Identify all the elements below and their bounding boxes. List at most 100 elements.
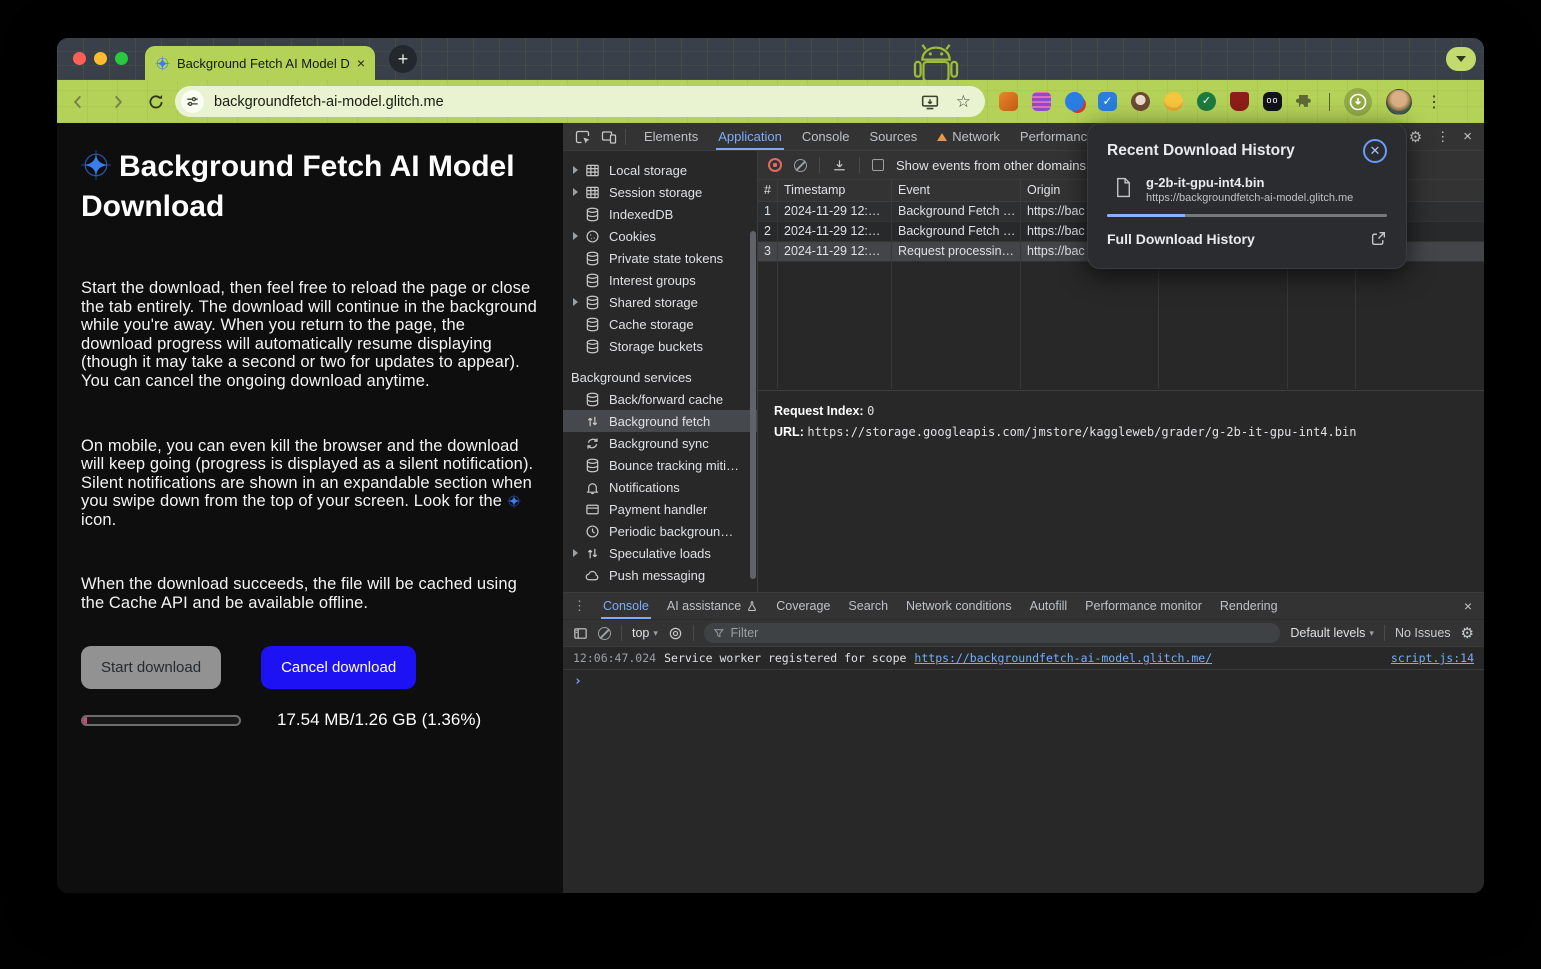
sidebar-item-cache-storage[interactable]: Cache storage xyxy=(563,313,757,335)
live-expression-eye-icon[interactable] xyxy=(668,626,683,641)
devtools-close-icon[interactable]: × xyxy=(1463,128,1472,145)
cancel-download-button[interactable]: Cancel download xyxy=(261,646,416,689)
forward-icon[interactable] xyxy=(109,93,127,111)
show-events-checkbox[interactable] xyxy=(872,159,884,171)
drawer-tab-performance-monitor[interactable]: Performance monitor xyxy=(1076,594,1211,619)
device-toolbar-icon[interactable] xyxy=(601,129,617,145)
column-header[interactable]: Timestamp xyxy=(778,180,892,202)
sidebar-item-back-forward-cache[interactable]: Back/forward cache xyxy=(563,388,757,410)
drawer-tab-coverage[interactable]: Coverage xyxy=(767,594,839,619)
sidebar-item-speculative-loads[interactable]: Speculative loads xyxy=(563,542,757,564)
default-levels-dropdown[interactable]: Default levels▾ xyxy=(1290,626,1374,640)
clear-icon[interactable] xyxy=(794,159,807,172)
separator xyxy=(859,157,860,173)
extension-icon[interactable] xyxy=(999,92,1018,111)
sidebar-item-private-state-tokens[interactable]: Private state tokens xyxy=(563,247,757,269)
sidebar-item-background-sync[interactable]: Background sync xyxy=(563,432,757,454)
new-tab-button[interactable]: + xyxy=(389,45,417,73)
sidebar-item-cookies[interactable]: Cookies xyxy=(563,225,757,247)
extension-icon[interactable] xyxy=(1065,92,1084,111)
save-events-icon[interactable] xyxy=(832,158,847,173)
drawer-tab-autofill[interactable]: Autofill xyxy=(1021,594,1077,619)
expand-caret-icon[interactable] xyxy=(573,232,585,240)
log-source-link[interactable]: script.js:14 xyxy=(1391,651,1474,665)
extension-icon[interactable] xyxy=(1230,92,1249,111)
expand-caret-icon[interactable] xyxy=(573,188,585,196)
sidebar-item-session-storage[interactable]: Session storage xyxy=(563,181,757,203)
minimize-window-button[interactable] xyxy=(94,52,107,65)
tab-close-icon[interactable]: × xyxy=(357,56,365,70)
full-download-history-link[interactable]: Full Download History xyxy=(1107,231,1255,247)
popup-title: Recent Download History xyxy=(1107,142,1295,160)
download-file-url: https://backgroundfetch-ai-model.glitch.… xyxy=(1146,192,1353,204)
address-bar[interactable]: backgroundfetch-ai-model.glitch.me ☆ xyxy=(175,86,985,117)
sidebar-item-storage-buckets[interactable]: Storage buckets xyxy=(563,335,757,357)
expand-caret-icon[interactable] xyxy=(573,549,585,557)
console-prompt[interactable]: › xyxy=(563,670,1484,693)
downloads-button[interactable] xyxy=(1344,88,1372,116)
reload-icon[interactable] xyxy=(147,93,165,111)
console-filter[interactable] xyxy=(704,623,1280,643)
sidebar-item-notifications[interactable]: Notifications xyxy=(563,476,757,498)
drawer-tab-network-conditions[interactable]: Network conditions xyxy=(897,594,1021,619)
external-link-icon[interactable] xyxy=(1370,230,1387,247)
console-message: 12:06:47.024 Service worker registered f… xyxy=(563,647,1484,670)
back-icon[interactable] xyxy=(69,93,87,111)
sidebar-item-bounce-tracking[interactable]: Bounce tracking miti… xyxy=(563,454,757,476)
zoom-window-button[interactable] xyxy=(115,52,128,65)
close-window-button[interactable] xyxy=(73,52,86,65)
tab-sources[interactable]: Sources xyxy=(860,123,928,150)
start-download-button[interactable]: Start download xyxy=(81,646,221,689)
filter-input[interactable] xyxy=(731,626,1272,640)
bookmark-star-icon[interactable]: ☆ xyxy=(956,93,971,110)
inspect-element-icon[interactable] xyxy=(575,129,591,145)
extension-icon[interactable]: oo xyxy=(1263,92,1282,111)
extension-icon[interactable] xyxy=(1131,92,1150,111)
drawer-tab-ai-assistance[interactable]: AI assistance xyxy=(658,594,767,619)
tab-application[interactable]: Application xyxy=(708,123,792,150)
column-header[interactable]: Event xyxy=(892,180,1021,202)
log-link[interactable]: https://backgroundfetch-ai-model.glitch.… xyxy=(914,651,1212,665)
sidebar-scrollbar[interactable] xyxy=(750,231,756,579)
tab-elements[interactable]: Elements xyxy=(634,123,708,150)
extension-icon[interactable]: ✓ xyxy=(1197,92,1216,111)
sidebar-item-local-storage[interactable]: Local storage xyxy=(563,159,757,181)
drawer-tab-console[interactable]: Console xyxy=(594,594,658,619)
sidebar-item-periodic-background-sync[interactable]: Periodic backgroun… xyxy=(563,520,757,542)
tab-search-chevron-button[interactable] xyxy=(1446,47,1476,71)
extension-icon[interactable]: ✓ xyxy=(1098,92,1117,111)
context-selector[interactable]: top▾ xyxy=(632,626,658,640)
extension-icon[interactable] xyxy=(1164,92,1183,111)
send-to-device-icon[interactable] xyxy=(921,93,939,111)
devtools-settings-icon[interactable]: ⚙ xyxy=(1409,128,1422,146)
download-item[interactable]: g-2b-it-gpu-int4.bin https://backgroundf… xyxy=(1107,175,1387,204)
profile-avatar[interactable] xyxy=(1386,89,1412,115)
drawer-tab-search[interactable]: Search xyxy=(839,594,897,619)
column-header[interactable]: # xyxy=(758,180,778,202)
sidebar-item-push-messaging[interactable]: Push messaging xyxy=(563,564,757,586)
extension-icon[interactable] xyxy=(1032,92,1051,111)
console-sidebar-icon[interactable] xyxy=(573,626,588,641)
sidebar-item-shared-storage[interactable]: Shared storage xyxy=(563,291,757,313)
extensions-puzzle-icon[interactable] xyxy=(1296,92,1315,111)
site-settings-button[interactable] xyxy=(181,90,204,113)
expand-caret-icon[interactable] xyxy=(573,298,585,306)
drawer-close-icon[interactable]: × xyxy=(1464,598,1484,614)
sidebar-item-payment-handler[interactable]: Payment handler xyxy=(563,498,757,520)
drawer-tab-rendering[interactable]: Rendering xyxy=(1211,594,1287,619)
tab-network[interactable]: Network xyxy=(927,123,1010,150)
console-settings-icon[interactable]: ⚙ xyxy=(1461,624,1474,642)
sidebar-item-indexeddb[interactable]: IndexedDB xyxy=(563,203,757,225)
popup-close-button[interactable]: ✕ xyxy=(1363,139,1387,163)
issues-counter[interactable]: No Issues xyxy=(1395,626,1451,640)
sidebar-item-interest-groups[interactable]: Interest groups xyxy=(563,269,757,291)
browser-tab[interactable]: Background Fetch AI Model D × xyxy=(145,46,375,80)
clear-console-icon[interactable] xyxy=(598,627,611,640)
drawer-menu-icon[interactable]: ⋮ xyxy=(563,598,594,614)
devtools-menu-icon[interactable]: ⋮ xyxy=(1436,129,1449,145)
sidebar-item-background-fetch[interactable]: Background fetch xyxy=(563,410,757,432)
record-icon[interactable] xyxy=(768,158,782,172)
expand-caret-icon[interactable] xyxy=(573,166,585,174)
browser-menu-icon[interactable]: ⋮ xyxy=(1426,92,1442,112)
tab-console[interactable]: Console xyxy=(792,123,860,150)
